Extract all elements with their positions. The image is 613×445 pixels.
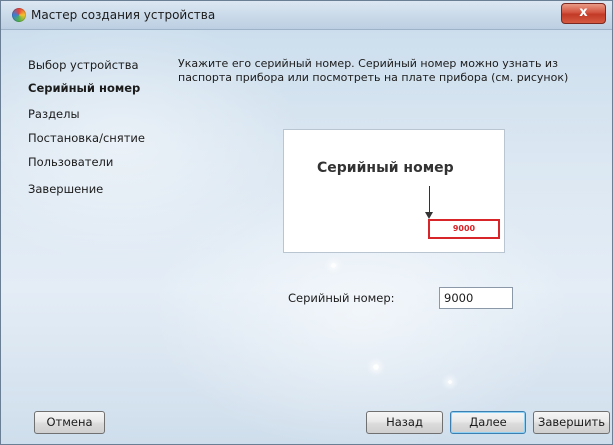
instruction-text: Укажите его серийный номер. Серийный ном… — [178, 57, 569, 84]
serial-number-figure: Серийный номер 9000 — [283, 129, 505, 253]
wizard-window: Мастер создания устройства x Выбор устро… — [0, 0, 613, 445]
background-sparkle — [448, 380, 452, 384]
finish-button[interactable]: Завершить — [533, 411, 610, 434]
serial-number-input[interactable] — [439, 287, 513, 309]
step-finish[interactable]: Завершение — [28, 182, 103, 196]
step-device-selection[interactable]: Выбор устройства — [28, 58, 139, 72]
step-serial-number[interactable]: Серийный номер — [28, 81, 140, 95]
color-wheel-icon — [12, 8, 26, 22]
figure-caption: Серийный номер — [317, 160, 454, 176]
step-users[interactable]: Пользователи — [28, 155, 113, 169]
figure-serial-box: 9000 — [428, 219, 500, 239]
background-sparkle — [331, 263, 336, 268]
background-sparkle — [373, 364, 379, 370]
serial-number-label: Серийный номер: — [288, 291, 395, 305]
close-button[interactable]: x — [561, 3, 606, 24]
cancel-button[interactable]: Отмена — [34, 411, 105, 434]
close-icon: x — [579, 5, 588, 20]
window-title: Мастер создания устройства — [31, 8, 216, 22]
next-button[interactable]: Далее — [450, 411, 526, 434]
title-bar[interactable]: Мастер создания устройства x — [1, 1, 612, 30]
step-sections[interactable]: Разделы — [28, 107, 80, 121]
arrow-head-icon — [425, 212, 433, 219]
step-arming[interactable]: Постановка/снятие — [28, 131, 145, 145]
back-button[interactable]: Назад — [366, 411, 443, 434]
